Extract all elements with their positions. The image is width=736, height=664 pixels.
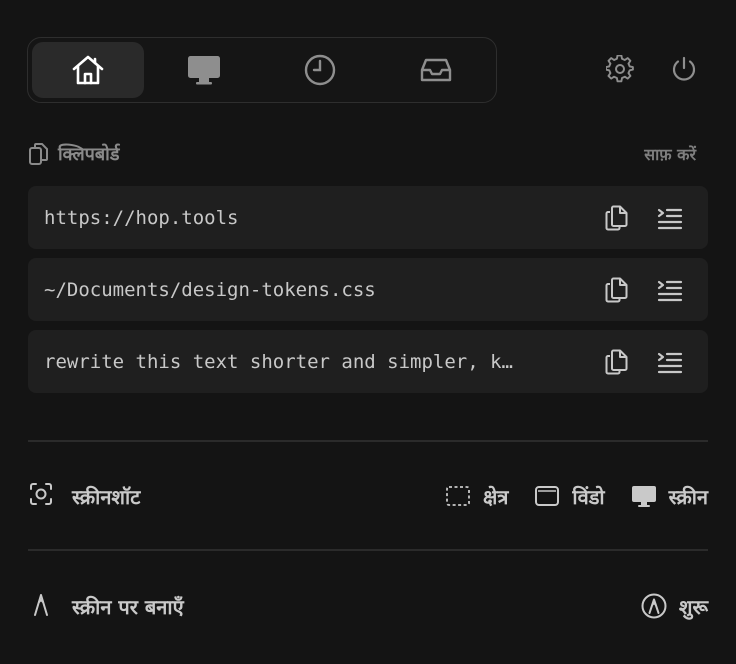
clear-clipboard-button[interactable]: साफ़ करें — [644, 143, 696, 165]
divider — [28, 440, 708, 442]
settings-button[interactable] — [605, 54, 635, 84]
divider — [28, 549, 708, 551]
start-label: शुरू — [678, 594, 708, 619]
region-screenshot-button[interactable]: क्षेत्र — [445, 483, 508, 510]
window-icon — [535, 486, 560, 506]
home-icon — [72, 55, 104, 85]
region-label: क्षेत्र — [483, 484, 509, 509]
paste-lines-icon — [657, 208, 683, 230]
fullscreen-screenshot-button[interactable]: स्क्रीन — [631, 483, 708, 510]
draw-label: स्क्रीन पर बनाएँ — [72, 594, 184, 619]
draw-row: स्क्रीन पर बनाएँ शुरू — [28, 586, 708, 626]
copy-button[interactable] — [602, 203, 632, 233]
copy-icon — [605, 205, 628, 231]
clock-icon — [304, 54, 336, 86]
tab-home[interactable] — [32, 42, 144, 98]
window-screenshot-button[interactable]: विंडो — [534, 483, 605, 510]
clipboard-item[interactable]: ~/Documents/design-tokens.css — [28, 258, 708, 321]
paste-button[interactable] — [655, 347, 685, 377]
paste-lines-icon — [657, 280, 683, 302]
screenshot-label: स्क्रीनशॉट — [72, 484, 141, 509]
tab-display[interactable] — [148, 42, 260, 98]
pen-nib-icon — [28, 591, 54, 621]
clipboard-label: क्लिपबोर्ड — [58, 144, 120, 165]
pen-circle-icon — [641, 593, 667, 619]
copy-button[interactable] — [602, 347, 632, 377]
clipboard-item-text: rewrite this text shorter and simpler, k… — [44, 350, 513, 373]
draw-start-button[interactable]: शुरू — [641, 593, 708, 620]
tab-inbox[interactable] — [380, 42, 492, 98]
tab-history[interactable] — [264, 42, 376, 98]
gear-icon — [606, 55, 634, 83]
region-select-icon — [446, 486, 470, 506]
paste-button[interactable] — [655, 203, 685, 233]
monitor-icon — [188, 56, 220, 85]
inbox-icon — [420, 58, 452, 82]
clipboard-item[interactable]: rewrite this text shorter and simpler, k… — [28, 330, 708, 393]
tab-bar — [27, 37, 497, 103]
hop-panel: क्लिपबोर्ड साफ़ करें https://hop.tools ~… — [0, 0, 736, 664]
screen-label: स्क्रीन — [668, 484, 708, 509]
clipboard-item[interactable]: https://hop.tools — [28, 186, 708, 249]
clipboard-item-text: https://hop.tools — [44, 206, 239, 229]
clipboard-item-text: ~/Documents/design-tokens.css — [44, 278, 376, 301]
clipboard-icon — [29, 143, 48, 165]
window-label: विंडो — [572, 484, 605, 509]
copy-icon — [605, 277, 628, 303]
clipboard-header: क्लिपबोर्ड साफ़ करें — [28, 140, 708, 168]
copy-button[interactable] — [602, 275, 632, 305]
copy-icon — [605, 349, 628, 375]
camera-icon — [28, 481, 54, 511]
paste-lines-icon — [657, 352, 683, 374]
screen-icon — [631, 486, 656, 507]
screenshot-row: स्क्रीनशॉट क्षेत्र विंडो स्क्रीन — [28, 476, 708, 516]
paste-button[interactable] — [655, 275, 685, 305]
power-icon — [672, 56, 696, 81]
power-button[interactable] — [669, 54, 699, 84]
